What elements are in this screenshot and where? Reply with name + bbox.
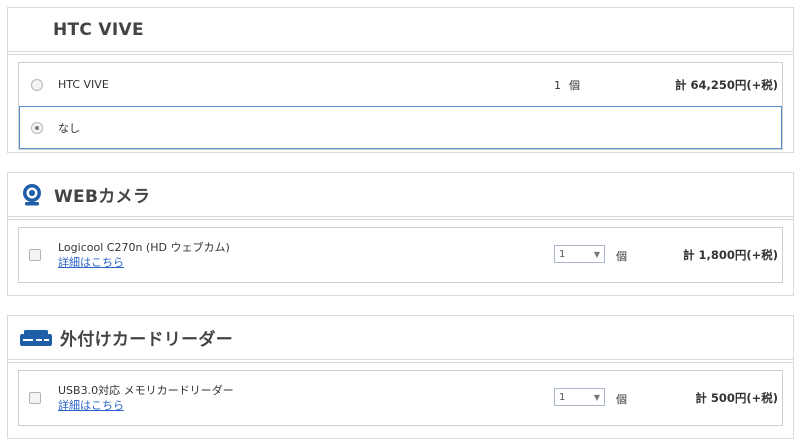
webcam-header: WEBカメラ: [8, 173, 793, 220]
quantity-select[interactable]: 1 ▼: [554, 245, 605, 263]
webcam-title: WEBカメラ: [54, 187, 151, 207]
option-name: なし: [58, 122, 80, 135]
option-name: USB3.0対応 メモリカードリーダー: [58, 384, 234, 397]
webcam-icon: [20, 183, 44, 207]
htc-vive-title: HTC VIVE: [53, 19, 144, 40]
card-reader-header: 外付けカードリーダー: [8, 316, 793, 363]
quantity-unit: 個: [616, 250, 627, 263]
option-htc-vive[interactable]: HTC VIVE 1個 計 64,250円(+税): [19, 63, 782, 106]
price-total: 計 64,250円(+税): [674, 77, 778, 92]
htc-vive-options: HTC VIVE 1個 計 64,250円(+税) なし: [18, 62, 783, 150]
details-link[interactable]: 詳細はこちら: [58, 255, 230, 270]
checkbox-card-reader[interactable]: [29, 392, 41, 404]
chevron-down-icon: ▼: [593, 393, 600, 402]
radio-none[interactable]: [31, 122, 43, 134]
option-none[interactable]: なし: [19, 106, 782, 149]
option-card-reader[interactable]: USB3.0対応 メモリカードリーダー 詳細はこちら 1 ▼ 個 計 500円(…: [19, 371, 782, 425]
details-link[interactable]: 詳細はこちら: [58, 398, 234, 413]
radio-htc-vive[interactable]: [31, 78, 43, 91]
quantity-display: 1個: [554, 77, 580, 93]
webcam-options: Logicool C270n (HD ウェブカム) 詳細はこちら 1 ▼ 個 計…: [18, 227, 783, 283]
quantity-value: 1: [559, 248, 566, 260]
quantity-unit: 個: [616, 393, 627, 406]
option-webcam[interactable]: Logicool C270n (HD ウェブカム) 詳細はこちら 1 ▼ 個 計…: [19, 228, 782, 282]
webcam-section: WEBカメラ Logicool C270n (HD ウェブカム) 詳細はこちら …: [7, 172, 794, 296]
chevron-down-icon: ▼: [593, 250, 600, 259]
quantity-unit: 個: [569, 78, 580, 92]
card-reader-title: 外付けカードリーダー: [60, 330, 233, 350]
price-total: 計 500円(+税): [695, 391, 778, 405]
htc-vive-header: HTC VIVE: [8, 8, 793, 55]
option-name: Logicool C270n (HD ウェブカム): [58, 241, 230, 254]
quantity-value: 1: [554, 78, 561, 92]
htc-vive-section: HTC VIVE HTC VIVE 1個 計 64,250円(+税) なし: [7, 7, 794, 153]
checkbox-webcam[interactable]: [29, 249, 41, 261]
quantity-value: 1: [559, 391, 566, 403]
quantity-select[interactable]: 1 ▼: [554, 388, 605, 406]
option-name: HTC VIVE: [58, 78, 109, 91]
price-total: 計 1,800円(+税): [682, 248, 778, 262]
card-reader-options: USB3.0対応 メモリカードリーダー 詳細はこちら 1 ▼ 個 計 500円(…: [18, 370, 783, 426]
card-reader-icon: [20, 326, 52, 350]
card-reader-section: 外付けカードリーダー USB3.0対応 メモリカードリーダー 詳細はこちら 1 …: [7, 315, 794, 439]
